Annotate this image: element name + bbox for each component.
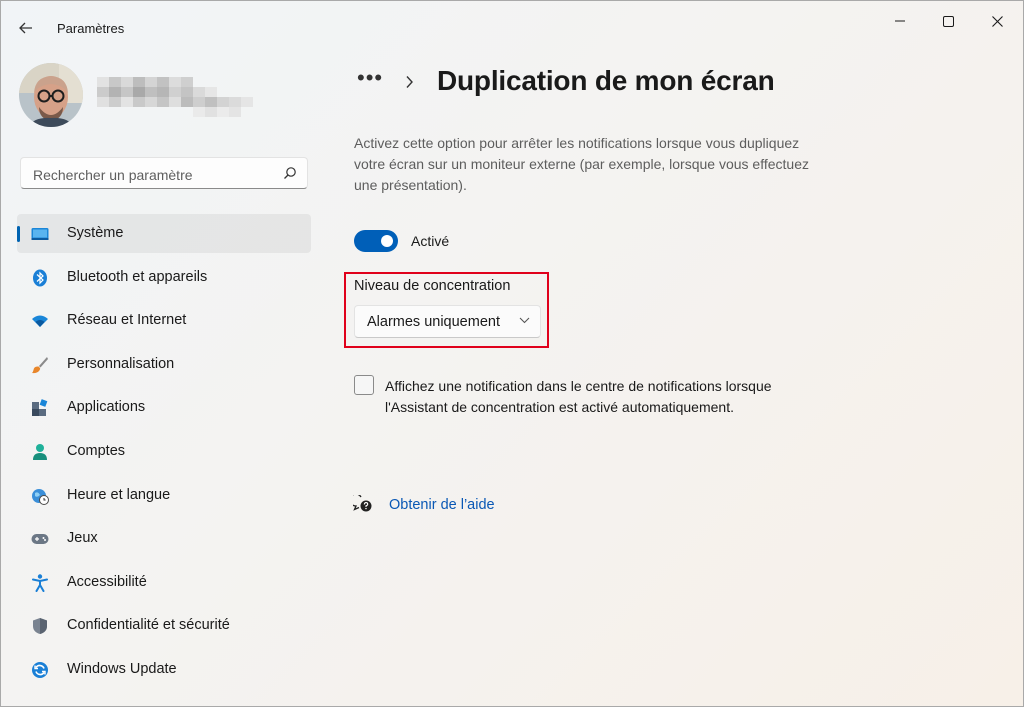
toggle-knob — [381, 235, 393, 247]
shield-icon — [31, 617, 49, 635]
get-help-link[interactable]: Obtenir de l’aide — [389, 497, 495, 513]
maximize-icon — [942, 15, 954, 27]
back-button[interactable] — [13, 15, 39, 41]
breadcrumb-more-button[interactable]: ••• — [357, 65, 383, 91]
close-icon — [991, 15, 1003, 27]
clock-globe-icon — [31, 487, 49, 505]
maximize-button[interactable] — [925, 7, 971, 35]
help-chat-icon — [353, 495, 372, 512]
minimize-button[interactable] — [877, 7, 923, 35]
accessibility-icon — [31, 574, 49, 592]
close-button[interactable] — [974, 7, 1020, 35]
sidebar-item-accessibilite[interactable]: Accessibilité — [17, 563, 311, 602]
dropdown-value: Alarmes uniquement — [367, 314, 500, 330]
app-title: Paramètres — [57, 21, 125, 36]
sidebar-item-comptes[interactable]: Comptes — [17, 432, 311, 471]
notification-checkbox[interactable] — [354, 375, 374, 395]
sidebar-nav: Système Bluetooth et appareils Réseau et… — [17, 214, 311, 694]
focus-level-label: Niveau de concentration — [354, 278, 511, 294]
settings-window: Paramètres Rechercher un paramètre Systè… — [0, 0, 1024, 707]
sidebar-item-bluetooth[interactable]: Bluetooth et appareils — [17, 258, 311, 297]
search-box[interactable] — [20, 157, 308, 189]
sidebar-item-jeux[interactable]: Jeux — [17, 519, 311, 558]
search-icon[interactable] — [283, 166, 297, 180]
wifi-icon — [31, 312, 49, 330]
title-bar: Paramètres — [1, 1, 1023, 37]
chevron-down-icon — [519, 317, 530, 324]
gamepad-icon — [31, 530, 49, 548]
bluetooth-icon — [31, 269, 49, 287]
page-title: Duplication de mon écran — [437, 65, 775, 96]
breadcrumb-chevron-icon — [406, 76, 413, 88]
back-arrow-icon — [19, 22, 32, 34]
profile-name-blurred — [97, 77, 253, 117]
checkbox-label: Affichez une notification dans le centre… — [385, 378, 772, 415]
search-input[interactable] — [31, 164, 275, 186]
sidebar-item-applications[interactable]: Applications — [17, 388, 311, 427]
sidebar-item-personnalisation[interactable]: Personnalisation — [17, 345, 311, 384]
sidebar-item-reseau[interactable]: Réseau et Internet — [17, 301, 311, 340]
focus-level-dropdown[interactable]: Alarmes uniquement — [354, 305, 541, 338]
sidebar-item-windows-update[interactable]: Windows Update — [17, 650, 311, 689]
system-display-icon — [31, 225, 49, 243]
enable-toggle[interactable] — [354, 230, 398, 252]
sidebar-item-confidentialite[interactable]: Confidentialité et sécurité — [17, 606, 311, 645]
user-photo-avatar — [19, 63, 83, 127]
sidebar-item-heure-langue[interactable]: Heure et langue — [17, 476, 311, 515]
description-text: Activez cette option pour arrêter les no… — [354, 135, 809, 193]
sidebar-item-systeme[interactable]: Système — [17, 214, 311, 253]
paintbrush-icon — [31, 356, 49, 374]
toggle-label: Activé — [411, 233, 450, 249]
minimize-icon — [895, 20, 905, 22]
apps-icon — [31, 399, 49, 417]
account-icon — [31, 443, 49, 461]
avatar[interactable] — [19, 63, 83, 127]
selection-indicator — [17, 226, 20, 242]
windows-update-icon — [31, 661, 49, 679]
